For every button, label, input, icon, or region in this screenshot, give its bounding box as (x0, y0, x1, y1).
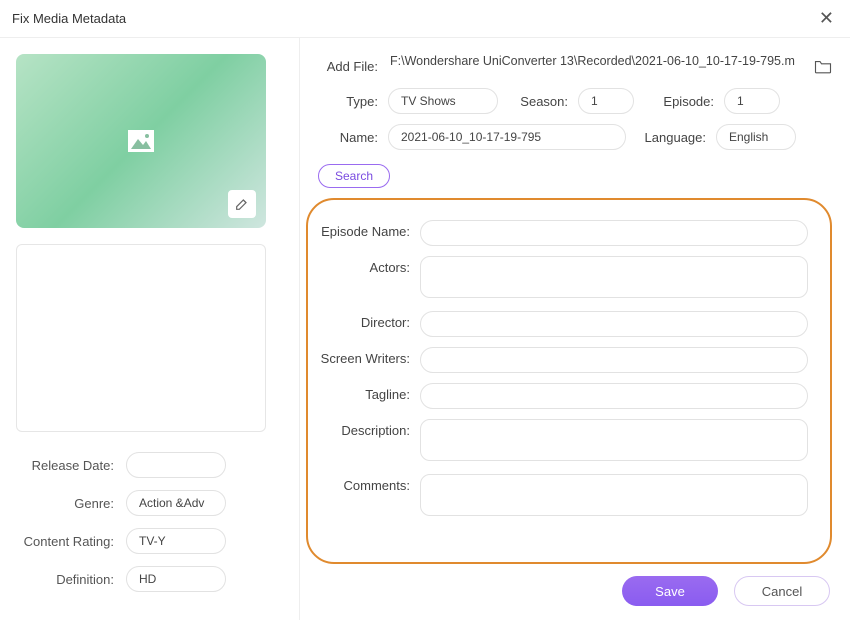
comments-input[interactable] (420, 474, 808, 516)
type-label: Type: (306, 94, 388, 109)
save-button[interactable]: Save (622, 576, 718, 606)
search-row: Search (306, 160, 832, 188)
footer-buttons: Save Cancel (306, 564, 832, 606)
name-input[interactable] (388, 124, 626, 150)
cancel-button[interactable]: Cancel (734, 576, 830, 606)
content: Release Date: Genre: Action &Adv Content… (0, 38, 850, 620)
edit-thumbnail-button[interactable] (228, 190, 256, 218)
genre-select[interactable]: Action &Adv (126, 490, 226, 516)
search-button[interactable]: Search (318, 164, 390, 188)
season-input[interactable] (578, 88, 634, 114)
definition-label: Definition: (16, 572, 126, 587)
row-name: Name: Language: English (306, 124, 832, 150)
name-label: Name: (306, 130, 388, 145)
row-type: Type: TV Shows Season: Episode: (306, 88, 832, 114)
screen-writers-label: Screen Writers: (308, 347, 420, 366)
titlebar: Fix Media Metadata ✕ (0, 0, 850, 38)
genre-label: Genre: (16, 496, 126, 511)
episode-name-input[interactable] (420, 220, 808, 246)
add-file-path: F:\Wondershare UniConverter 13\Recorded\… (388, 54, 806, 78)
episode-label: Episode: (634, 94, 724, 109)
language-label: Language: (626, 130, 716, 145)
actors-input[interactable] (420, 256, 808, 298)
left-fields: Release Date: Genre: Action &Adv Content… (16, 452, 283, 604)
release-date-label: Release Date: (16, 458, 126, 473)
comments-label: Comments: (308, 474, 420, 493)
content-rating-select[interactable]: TV-Y (126, 528, 226, 554)
left-pane: Release Date: Genre: Action &Adv Content… (0, 38, 300, 620)
preview-box (16, 244, 266, 432)
description-input[interactable] (420, 419, 808, 461)
media-thumbnail (16, 54, 266, 228)
episode-input[interactable] (724, 88, 780, 114)
right-pane: Add File: F:\Wondershare UniConverter 13… (300, 38, 850, 620)
language-select[interactable]: English (716, 124, 796, 150)
definition-select[interactable]: HD (126, 566, 226, 592)
row-add-file: Add File: F:\Wondershare UniConverter 13… (306, 54, 832, 78)
release-date-input[interactable] (126, 452, 226, 478)
screen-writers-input[interactable] (420, 347, 808, 373)
browse-folder-icon[interactable] (814, 58, 832, 74)
description-label: Description: (308, 419, 420, 438)
image-placeholder-icon (128, 130, 154, 152)
director-label: Director: (308, 311, 420, 330)
episode-name-label: Episode Name: (308, 220, 420, 239)
tagline-label: Tagline: (308, 383, 420, 402)
actors-label: Actors: (308, 256, 420, 275)
window-title: Fix Media Metadata (12, 11, 126, 26)
season-label: Season: (498, 94, 578, 109)
content-rating-label: Content Rating: (16, 534, 126, 549)
type-select[interactable]: TV Shows (388, 88, 498, 114)
add-file-label: Add File: (306, 59, 388, 74)
close-icon[interactable]: ✕ (815, 8, 838, 29)
tagline-input[interactable] (420, 383, 808, 409)
director-input[interactable] (420, 311, 808, 337)
metadata-group: Episode Name: Actors: Director: Screen W… (306, 198, 832, 564)
